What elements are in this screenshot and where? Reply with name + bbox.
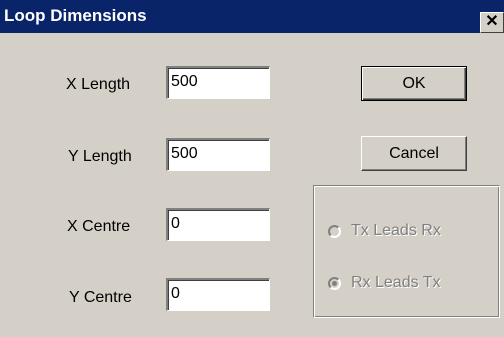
radio-tx-leads-rx-label: Tx Leads Rx — [351, 222, 441, 239]
window-title: Loop Dimensions — [4, 6, 147, 25]
cancel-button[interactable]: Cancel — [361, 136, 467, 171]
radio-rx-leads-tx[interactable]: Rx Leads Tx — [328, 272, 441, 294]
y-length-input[interactable]: 500 — [166, 138, 270, 171]
x-centre-label: X Centre — [67, 218, 131, 235]
radio-tx-leads-rx[interactable]: Tx Leads Rx — [328, 220, 441, 242]
x-centre-input[interactable]: 0 — [166, 208, 270, 241]
x-length-input[interactable]: 500 — [166, 66, 270, 99]
y-length-label: Y Length — [68, 148, 132, 165]
lead-direction-group: Tx Leads Rx Rx Leads Tx — [313, 185, 500, 318]
radio-checked-icon — [328, 276, 341, 290]
y-centre-label: Y Centre — [69, 289, 132, 306]
radio-unchecked-icon — [328, 224, 341, 238]
title-bar[interactable]: Loop Dimensions ✕ — [0, 0, 504, 33]
y-centre-input[interactable]: 0 — [166, 278, 270, 311]
close-icon[interactable]: ✕ — [480, 12, 504, 33]
ok-button[interactable]: OK — [361, 66, 467, 101]
loop-dimensions-dialog: Loop Dimensions ✕ X Length 500 Y Length … — [0, 0, 504, 337]
radio-rx-leads-tx-label: Rx Leads Tx — [351, 274, 441, 291]
x-length-label: X Length — [66, 76, 131, 93]
